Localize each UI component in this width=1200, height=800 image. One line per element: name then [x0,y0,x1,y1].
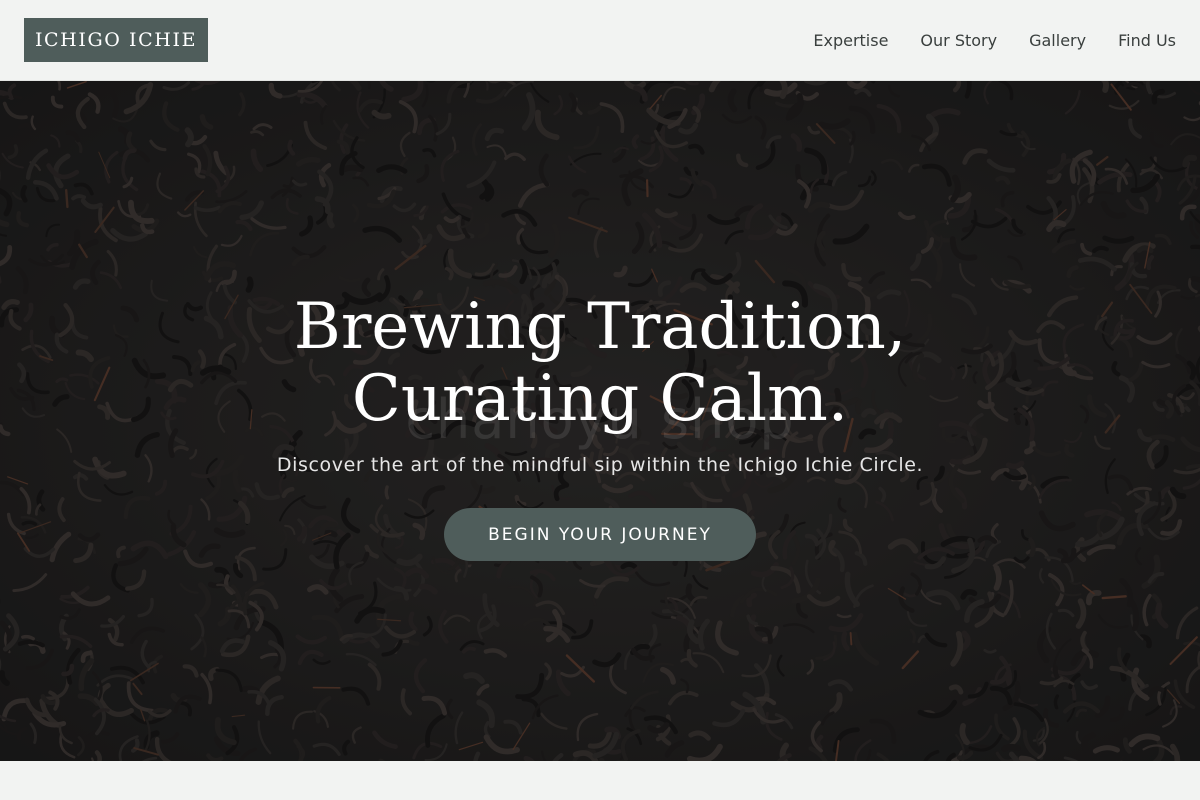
site-header: ICHIGO ICHIE Expertise Our Story Gallery… [0,0,1200,81]
nav-link-find-us[interactable]: Find Us [1118,31,1176,50]
nav-link-gallery[interactable]: Gallery [1029,31,1086,50]
hero-section: chanoyu shop Brewing Tradition, Curating… [0,81,1200,761]
begin-journey-button[interactable]: BEGIN YOUR JOURNEY [444,508,756,561]
hero-subtitle: Discover the art of the mindful sip with… [276,454,924,476]
main-nav: Expertise Our Story Gallery Find Us [813,0,1176,80]
nav-link-expertise[interactable]: Expertise [813,31,888,50]
nav-link-our-story[interactable]: Our Story [920,31,997,50]
hero-title: Brewing Tradition, Curating Calm. [293,290,907,436]
logo[interactable]: ICHIGO ICHIE [24,18,208,62]
next-section-edge [0,761,1200,800]
